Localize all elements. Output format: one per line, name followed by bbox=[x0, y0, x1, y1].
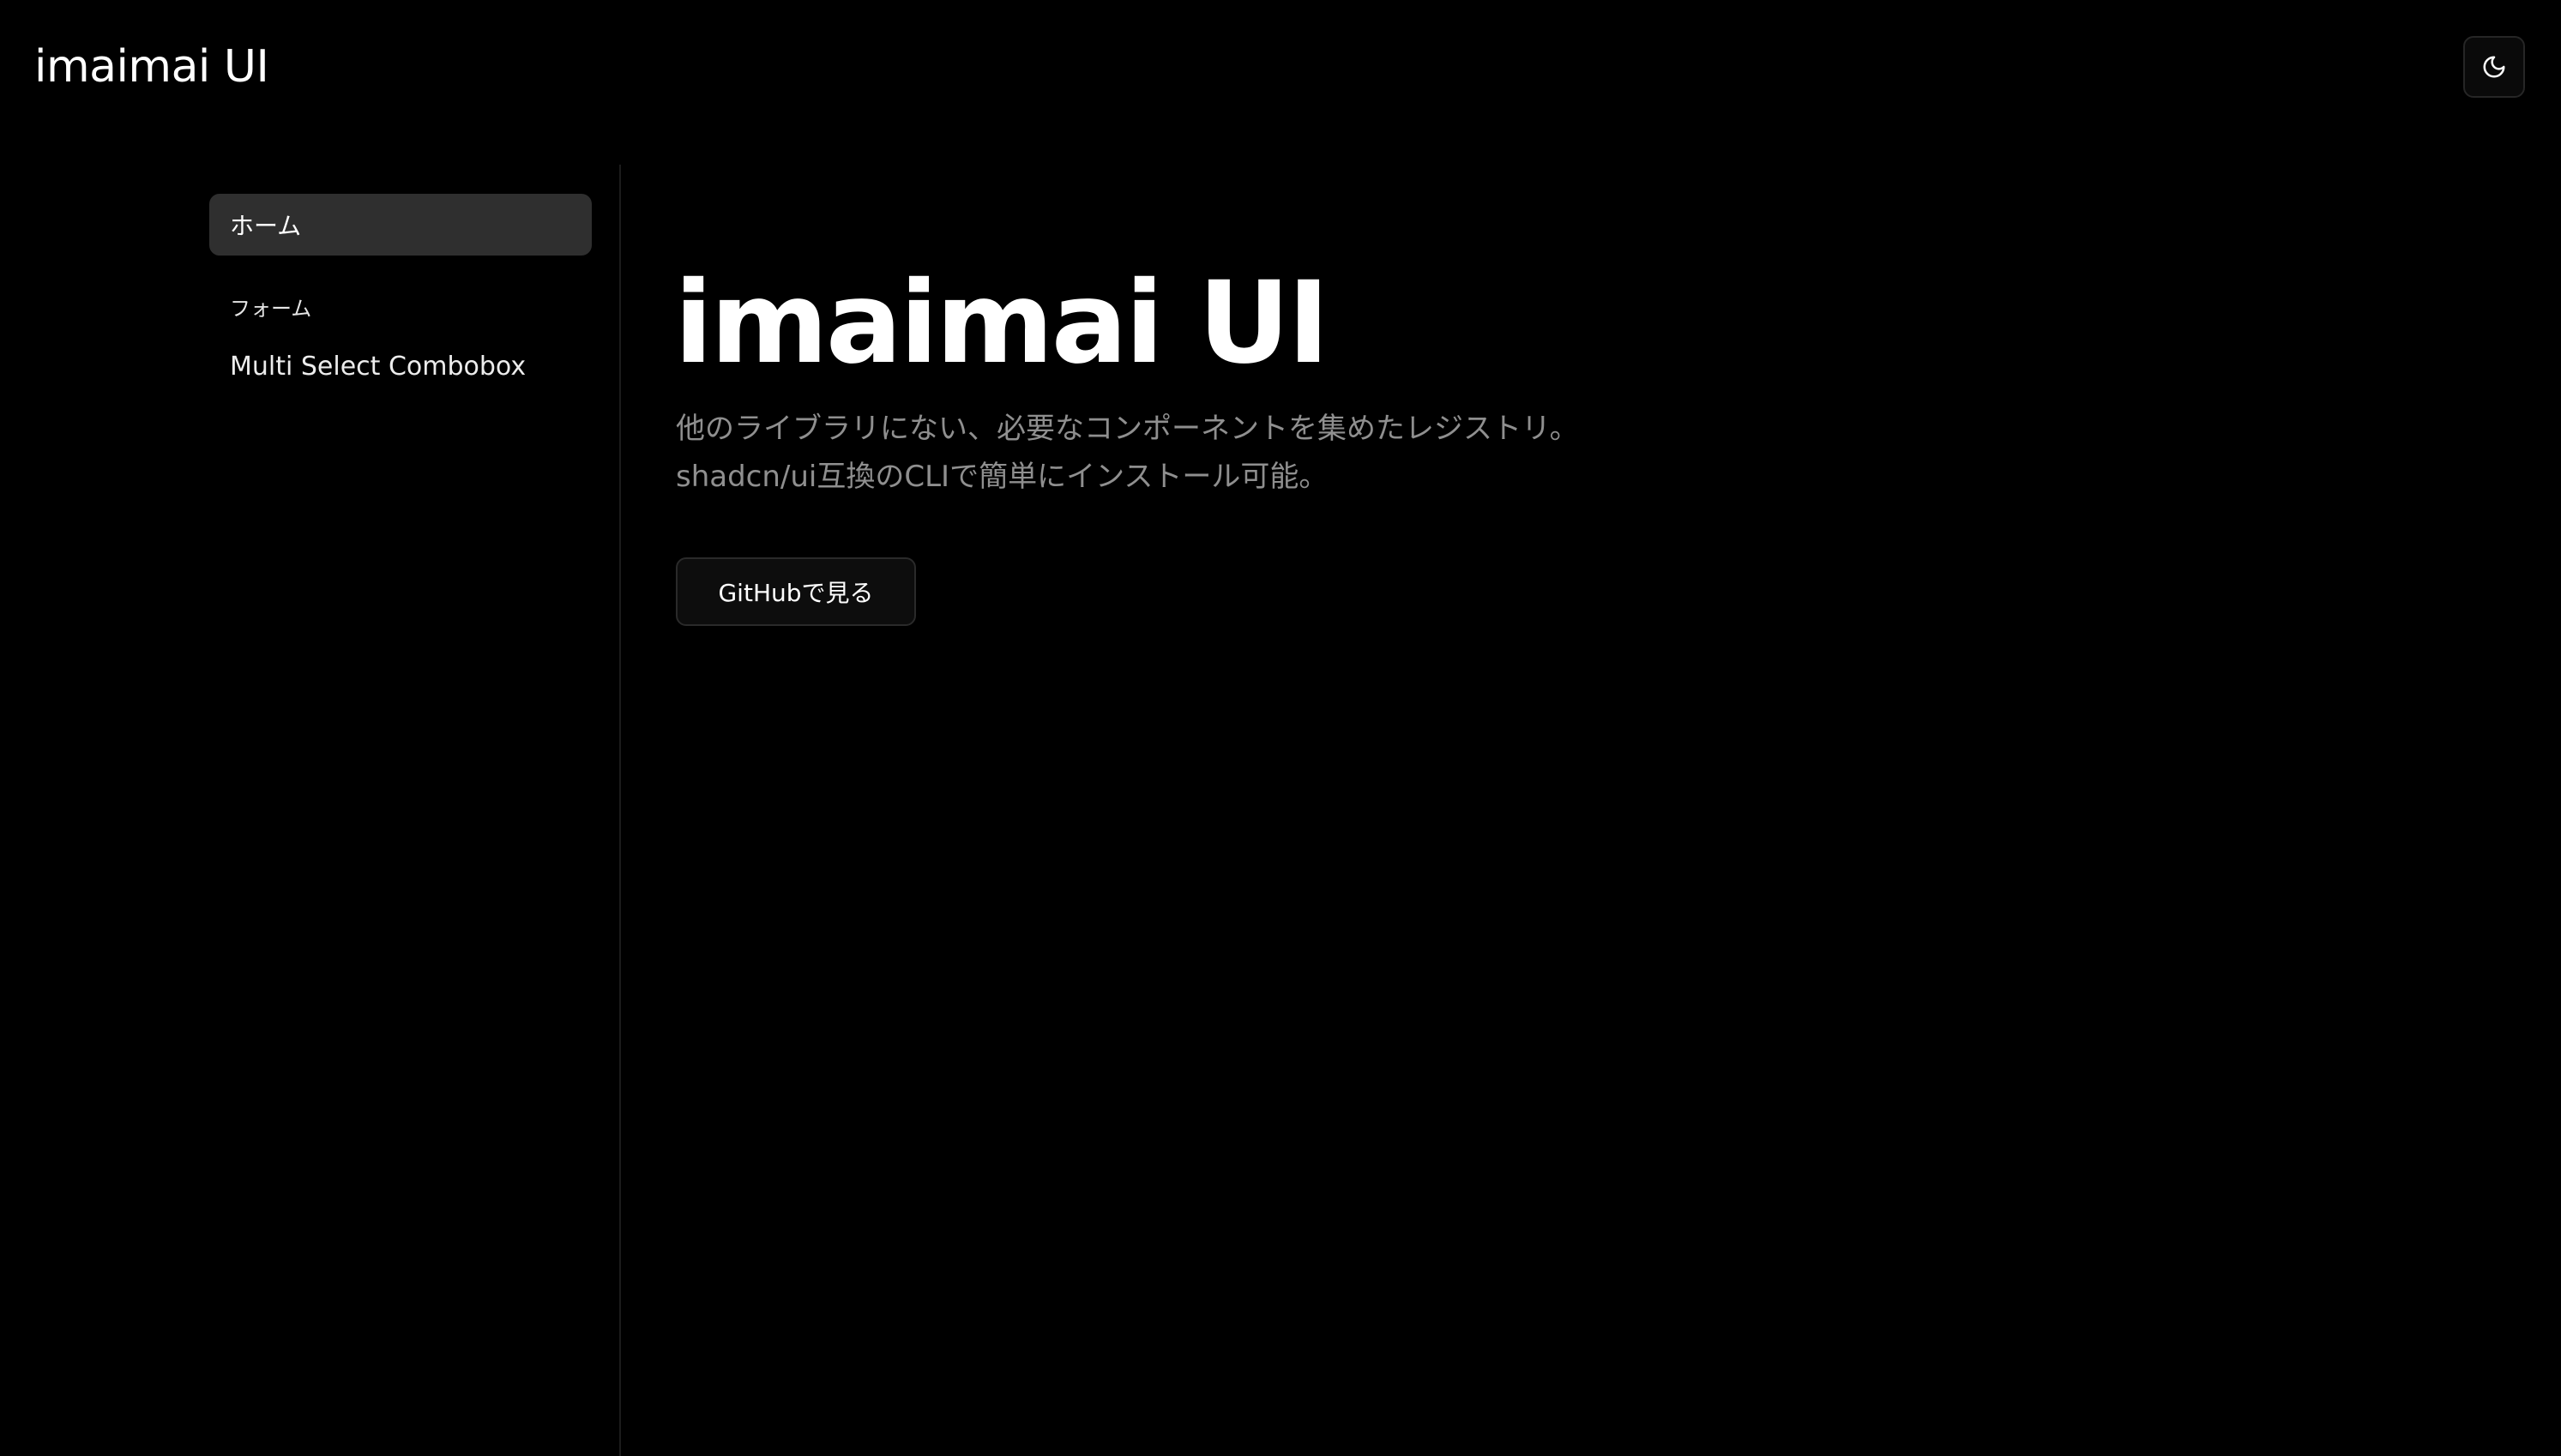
page: imaimai UI ホーム フォーム Multi Select Combobo… bbox=[0, 0, 2561, 1456]
header: imaimai UI bbox=[0, 0, 2561, 137]
sidebar: ホーム フォーム Multi Select Combobox bbox=[0, 165, 619, 1456]
page-title: imaimai UI bbox=[674, 257, 1329, 389]
sidebar-group-label-form: フォーム bbox=[230, 297, 312, 321]
sidebar-item-multi-select-combobox[interactable]: Multi Select Combobox bbox=[230, 350, 526, 384]
page-description: 他のライブラリにない、必要なコンポーネントを集めたレジストリ。 shadcn/u… bbox=[676, 405, 1579, 501]
sidebar-item-home[interactable]: ホーム bbox=[209, 194, 592, 256]
description-line: shadcn/ui互換のCLIで簡単にインストール可能。 bbox=[676, 460, 1329, 494]
github-button[interactable]: GitHubで見る bbox=[676, 557, 916, 626]
moon-icon bbox=[2481, 54, 2507, 80]
theme-toggle-button[interactable] bbox=[2463, 36, 2525, 98]
description-line: 他のライブラリにない、必要なコンポーネントを集めたレジストリ。 bbox=[676, 412, 1579, 446]
main-content: imaimai UI 他のライブラリにない、必要なコンポーネントを集めたレジスト… bbox=[621, 165, 2561, 1456]
site-title[interactable]: imaimai UI bbox=[34, 38, 269, 96]
